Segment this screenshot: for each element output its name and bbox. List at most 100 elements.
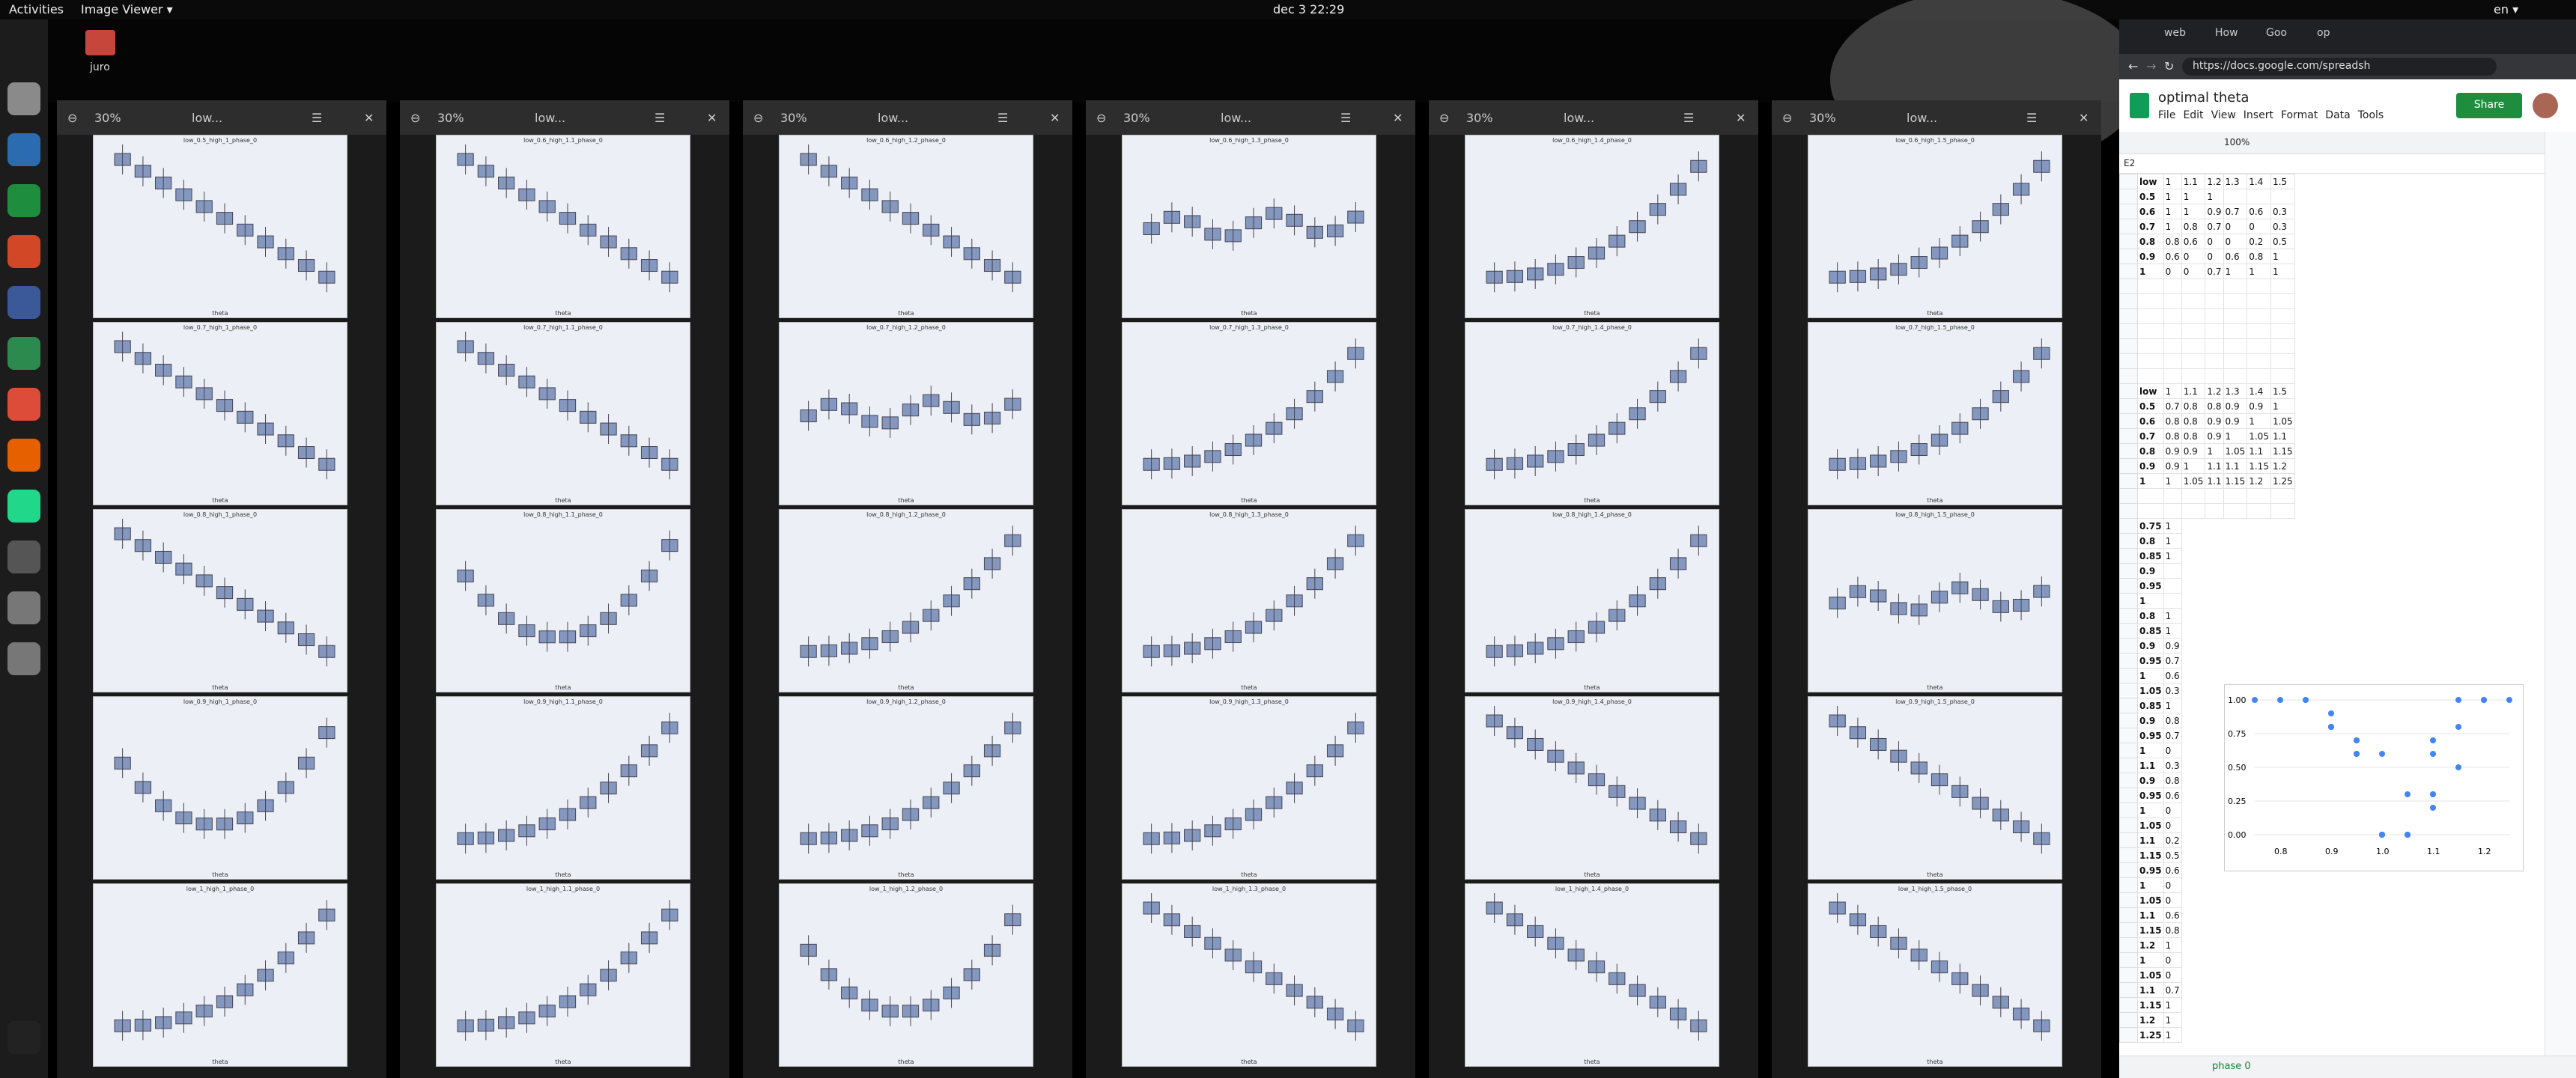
zoom-out-icon[interactable]: ⊖ bbox=[1782, 111, 1792, 125]
cell[interactable] bbox=[2247, 189, 2271, 204]
cell[interactable] bbox=[2181, 338, 2206, 354]
sheet-tab-phase-0[interactable]: phase 0 bbox=[2212, 1061, 2251, 1072]
clock[interactable]: dec 3 22:29 bbox=[1273, 2, 1344, 16]
cell[interactable]: 0.6 bbox=[2223, 249, 2248, 264]
cell[interactable]: 1.05 bbox=[2181, 473, 2206, 489]
cell[interactable]: 0 bbox=[2163, 892, 2182, 908]
activities-button[interactable]: Activities bbox=[9, 2, 64, 16]
writer-icon[interactable] bbox=[7, 133, 40, 166]
cell[interactable] bbox=[2270, 293, 2295, 309]
cell[interactable]: 1 bbox=[2205, 443, 2224, 459]
cell[interactable]: 1.15 bbox=[2137, 997, 2164, 1013]
cell[interactable]: 1.5 bbox=[2270, 383, 2295, 399]
app-menu[interactable]: Image Viewer ▾ bbox=[81, 2, 173, 16]
cell[interactable]: 0 bbox=[2163, 743, 2182, 758]
cell[interactable]: 0.8 bbox=[2205, 398, 2224, 414]
cell[interactable]: 0.8 bbox=[2163, 413, 2182, 429]
cell[interactable]: 0.8 bbox=[2137, 533, 2164, 549]
cell[interactable]: 0 bbox=[2163, 967, 2182, 983]
cell[interactable]: 0.7 bbox=[2137, 219, 2164, 234]
cell[interactable]: 0.5 bbox=[2270, 234, 2295, 249]
cell[interactable] bbox=[2205, 278, 2224, 294]
cell[interactable]: 0.6 bbox=[2163, 862, 2182, 878]
cell[interactable] bbox=[2270, 189, 2295, 204]
cell[interactable]: 0.7 bbox=[2163, 982, 2182, 998]
cell[interactable]: 1 bbox=[2163, 997, 2182, 1013]
cell[interactable]: 0 bbox=[2181, 249, 2206, 264]
cell[interactable]: 0 bbox=[2163, 817, 2182, 833]
cell[interactable] bbox=[2223, 338, 2248, 354]
cell[interactable] bbox=[2163, 593, 2182, 609]
cell[interactable]: 1.05 bbox=[2223, 443, 2248, 459]
close-icon[interactable]: ✕ bbox=[364, 111, 374, 125]
cell[interactable] bbox=[2163, 353, 2182, 369]
cell[interactable]: 0.5 bbox=[2137, 398, 2164, 414]
cell[interactable] bbox=[2163, 503, 2182, 519]
menu-icon[interactable]: ☰ bbox=[1340, 111, 1351, 125]
cell[interactable]: 0.9 bbox=[2163, 443, 2182, 459]
cell[interactable]: 0 bbox=[2205, 234, 2224, 249]
cell[interactable] bbox=[2205, 368, 2224, 384]
cell[interactable] bbox=[2247, 308, 2271, 324]
cell[interactable]: 1 bbox=[2163, 174, 2182, 189]
cell[interactable]: 0 bbox=[2181, 264, 2206, 279]
cell[interactable] bbox=[2270, 368, 2295, 384]
cell[interactable]: 1.1 bbox=[2181, 383, 2206, 399]
cell[interactable] bbox=[2270, 278, 2295, 294]
browser-tab[interactable]: How bbox=[2215, 27, 2238, 49]
cell[interactable]: 1 bbox=[2270, 264, 2295, 279]
zoom-out-icon[interactable]: ⊖ bbox=[1439, 111, 1449, 125]
menu-item[interactable]: Data bbox=[2325, 109, 2350, 121]
cell[interactable]: 0.9 bbox=[2223, 413, 2248, 429]
cell[interactable] bbox=[2270, 503, 2295, 519]
firefox-icon[interactable] bbox=[7, 439, 40, 472]
cell[interactable]: 1.3 bbox=[2223, 383, 2248, 399]
cell[interactable] bbox=[2270, 338, 2295, 354]
cell[interactable] bbox=[2223, 368, 2248, 384]
cell[interactable]: 0 bbox=[2223, 234, 2248, 249]
cell[interactable]: 1 bbox=[2163, 189, 2182, 204]
reload-icon[interactable]: ↻ bbox=[2164, 59, 2174, 73]
cell[interactable]: 0.9 bbox=[2137, 713, 2164, 728]
cell[interactable]: 0.3 bbox=[2270, 219, 2295, 234]
cell[interactable]: 0.6 bbox=[2181, 234, 2206, 249]
cell[interactable]: 0.7 bbox=[2137, 428, 2164, 444]
zoom-level[interactable]: 30% bbox=[1466, 111, 1493, 125]
cell[interactable]: 1 bbox=[2163, 548, 2182, 564]
cell[interactable]: 0.8 bbox=[2247, 249, 2271, 264]
cell[interactable] bbox=[2163, 368, 2182, 384]
menu-icon[interactable]: ☰ bbox=[312, 111, 322, 125]
cell[interactable] bbox=[2223, 323, 2248, 339]
cell[interactable]: 0.7 bbox=[2205, 264, 2224, 279]
cell[interactable]: 1 bbox=[2181, 204, 2206, 219]
cell[interactable]: 1.2 bbox=[2137, 1012, 2164, 1028]
calc-icon[interactable] bbox=[7, 184, 40, 217]
close-icon[interactable]: ✕ bbox=[1050, 111, 1060, 125]
cell[interactable] bbox=[2223, 503, 2248, 519]
browser-tab[interactable]: op bbox=[2317, 27, 2330, 49]
cell[interactable]: 1 bbox=[2163, 1012, 2182, 1028]
cell[interactable] bbox=[2247, 323, 2271, 339]
cell[interactable] bbox=[2223, 293, 2248, 309]
cell[interactable]: 1 bbox=[2137, 803, 2164, 818]
browser-tab[interactable]: web bbox=[2164, 27, 2186, 49]
avatar[interactable] bbox=[2533, 93, 2558, 118]
cell[interactable] bbox=[2205, 503, 2224, 519]
impress-icon[interactable] bbox=[7, 235, 40, 268]
url-field[interactable]: https://docs.google.com/spreadsh bbox=[2182, 58, 2497, 76]
menu-item[interactable]: Tools bbox=[2358, 109, 2384, 121]
cell[interactable]: 1.1 bbox=[2137, 758, 2164, 773]
cell[interactable]: 0.3 bbox=[2163, 683, 2182, 698]
cell[interactable]: 1.25 bbox=[2137, 1027, 2164, 1043]
cell[interactable] bbox=[2205, 338, 2224, 354]
cell[interactable]: 0.5 bbox=[2137, 189, 2164, 204]
image-viewer-icon[interactable] bbox=[7, 540, 40, 573]
cell[interactable]: 1.1 bbox=[2205, 458, 2224, 474]
cell[interactable]: 0.6 bbox=[2247, 204, 2271, 219]
cell[interactable]: 1 bbox=[2163, 219, 2182, 234]
cell[interactable]: 1.2 bbox=[2205, 383, 2224, 399]
cell[interactable]: 0.9 bbox=[2205, 428, 2224, 444]
zoom-level[interactable]: 30% bbox=[780, 111, 807, 125]
chrome-icon[interactable] bbox=[7, 388, 40, 421]
close-icon[interactable]: ✕ bbox=[1736, 111, 1746, 125]
